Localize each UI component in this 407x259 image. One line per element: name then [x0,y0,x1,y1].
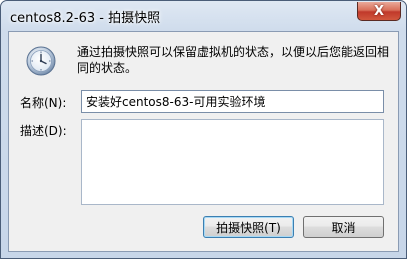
name-label: 名称(N): [20,96,67,110]
cancel-button[interactable]: 取消 [303,216,384,238]
close-button[interactable]: X [357,2,401,21]
dialog-body: 通过拍摄快照可以保留虚拟机的状态，以便以后您能返回相同的状态。 名称(N): 描… [8,31,399,252]
info-message: 通过拍摄快照可以保留虚拟机的状态，以便以后您能返回相同的状态。 [77,45,390,75]
window-title: centos8.2-63 - 拍摄快照 [10,11,161,26]
take-snapshot-button[interactable]: 拍摄快照(T) [203,216,294,238]
description-label: 描述(D): [20,124,67,138]
snapshot-description-textarea[interactable] [81,119,384,205]
snapshot-name-input[interactable] [81,90,384,113]
clock-icon [26,46,56,76]
snapshot-dialog-window: centos8.2-63 - 拍摄快照 X 通过拍摄快照可以保留虚拟机的状态，以… [0,0,407,259]
title-bar[interactable]: centos8.2-63 - 拍摄快照 X [1,1,406,31]
close-icon: X [373,3,385,19]
